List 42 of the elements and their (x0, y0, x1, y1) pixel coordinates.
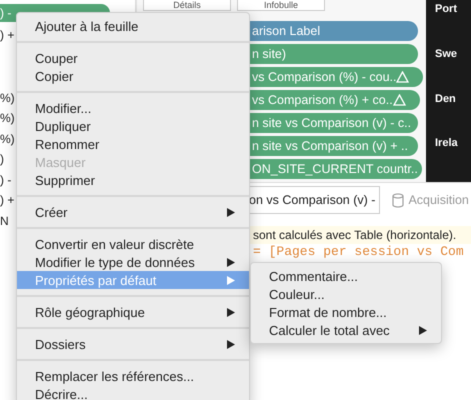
submenu-arrow-icon (227, 340, 235, 348)
warning-icon (392, 94, 406, 106)
menu-item[interactable]: Renommer (17, 135, 249, 153)
menu-item[interactable]: Commentaire... (251, 267, 441, 285)
menu-item[interactable]: Créer (17, 203, 249, 221)
marks-button[interactable]: Détails (143, 0, 231, 11)
field-label[interactable]: ) + (0, 190, 14, 210)
submenu-arrow-icon (227, 308, 235, 316)
warning-icon (396, 71, 410, 83)
field-label[interactable]: N (0, 210, 9, 231)
menu-item[interactable]: Supprimer (17, 171, 249, 189)
menu-item[interactable]: Décrire... (17, 385, 249, 400)
row-label: Swe (435, 48, 458, 62)
row-label: Port (435, 3, 458, 17)
menu-item[interactable]: Couleur... (251, 285, 441, 303)
formula-text: = [Pages per session vs Com (253, 244, 464, 259)
menu-item[interactable]: Couper (17, 49, 249, 67)
submenu-arrow-icon (419, 326, 427, 334)
field-label[interactable]: ) - (0, 170, 12, 190)
info-message: sont calculés avec Table (horizontale). (253, 228, 456, 242)
menu-item[interactable]: Rôle géographique (17, 303, 249, 321)
menu-item[interactable]: Modifier... (17, 99, 249, 117)
menu-item[interactable]: Copier (17, 67, 249, 85)
field-label[interactable]: ) (0, 149, 4, 170)
data-source-label: Acquisition (408, 193, 469, 207)
field-label[interactable]: %) (0, 88, 15, 108)
menu-item[interactable]: Format de nombre... (251, 303, 441, 321)
database-icon (392, 192, 404, 208)
menu-item[interactable]: Ajouter à la feuille (17, 17, 249, 35)
field-label[interactable]: %) (0, 128, 15, 149)
row-label: Den (435, 92, 457, 106)
menu-item[interactable]: Calculer le total avec (251, 321, 441, 339)
submenu-arrow-icon (227, 208, 235, 216)
menu-item[interactable]: Dupliquer (17, 117, 249, 135)
marks-button[interactable]: Infobulle (237, 0, 325, 11)
menu-item[interactable]: Modifier le type de données (17, 253, 249, 271)
field-label[interactable]: ) + (0, 25, 14, 46)
menu-item[interactable]: Remplacer les références... (17, 367, 249, 385)
field-label[interactable]: %) (0, 108, 15, 128)
menu-item[interactable]: Dossiers (17, 335, 249, 353)
menu-item[interactable]: Convertir en valeur discrète (17, 235, 249, 253)
row-label: Irela (435, 137, 459, 152)
